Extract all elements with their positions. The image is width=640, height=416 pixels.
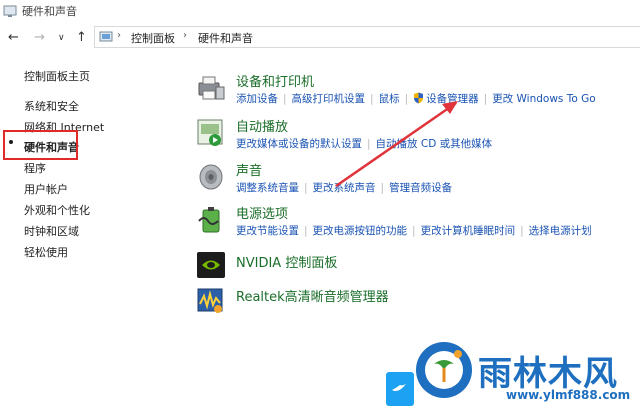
- brand-logo-icon: [416, 342, 472, 398]
- bird-logo-icon: [386, 372, 414, 406]
- brand-url: www.ylmf888.com: [506, 388, 631, 402]
